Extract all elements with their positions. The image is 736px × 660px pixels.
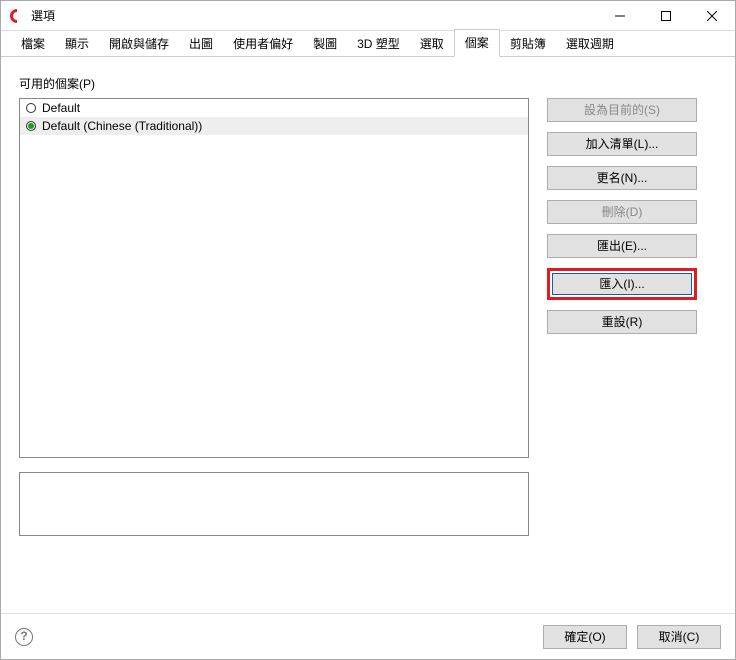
profile-name: Default (Chinese (Traditional)): [42, 119, 202, 133]
delete-button: 刪除(D): [547, 200, 697, 224]
tab-display[interactable]: 顯示: [55, 31, 99, 57]
window-title: 選項: [31, 7, 597, 24]
tab-selection[interactable]: 選取: [410, 31, 454, 57]
radio-icon: [26, 121, 36, 131]
content-area: 可用的個案(P) Default Default (Chinese (Tradi…: [1, 57, 735, 536]
tab-drafting[interactable]: 製圖: [303, 31, 347, 57]
close-button[interactable]: [689, 1, 735, 31]
list-item[interactable]: Default (Chinese (Traditional)): [20, 117, 528, 135]
maximize-button[interactable]: [643, 1, 689, 31]
import-button[interactable]: 匯入(I)...: [552, 273, 692, 295]
minimize-button[interactable]: [597, 1, 643, 31]
tab-selection-cycle[interactable]: 選取週期: [556, 31, 624, 57]
tab-plot[interactable]: 出圖: [179, 31, 223, 57]
rename-button[interactable]: 更名(N)...: [547, 166, 697, 190]
cancel-button[interactable]: 取消(C): [637, 625, 721, 649]
available-profiles-label: 可用的個案(P): [19, 75, 717, 92]
export-button[interactable]: 匯出(E)...: [547, 234, 697, 258]
ok-button[interactable]: 確定(O): [543, 625, 627, 649]
tab-file[interactable]: 檔案: [11, 31, 55, 57]
tab-bar: 檔案 顯示 開啟與儲存 出圖 使用者偏好 製圖 3D 塑型 選取 個案 剪貼簿 …: [1, 31, 735, 57]
help-icon[interactable]: ?: [15, 628, 33, 646]
add-to-list-button[interactable]: 加入清單(L)...: [547, 132, 697, 156]
description-box: [19, 472, 529, 536]
set-current-button: 設為目前的(S): [547, 98, 697, 122]
radio-icon: [26, 103, 36, 113]
profile-name: Default: [42, 101, 80, 115]
tab-profiles[interactable]: 個案: [454, 29, 500, 57]
reset-button[interactable]: 重設(R): [547, 310, 697, 334]
profiles-listbox[interactable]: Default Default (Chinese (Traditional)): [19, 98, 529, 458]
app-icon: [9, 8, 25, 24]
list-item[interactable]: Default: [20, 99, 528, 117]
tab-3d-modeling[interactable]: 3D 塑型: [347, 31, 410, 57]
tab-user-pref[interactable]: 使用者偏好: [223, 31, 303, 57]
tab-open-save[interactable]: 開啟與儲存: [99, 31, 179, 57]
tab-clipboard[interactable]: 剪貼簿: [500, 31, 556, 57]
import-highlight: 匯入(I)...: [547, 268, 697, 300]
titlebar: 選項: [1, 1, 735, 31]
footer: ? 確定(O) 取消(C): [1, 613, 735, 659]
side-buttons: 設為目前的(S) 加入清單(L)... 更名(N)... 刪除(D) 匯出(E)…: [547, 98, 697, 458]
